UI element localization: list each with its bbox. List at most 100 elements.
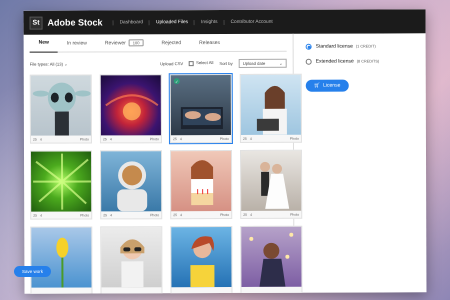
sort-value: Upload date bbox=[242, 60, 266, 66]
woman-laptop-photo bbox=[240, 74, 301, 135]
cart-icon: 🛒︎ bbox=[313, 82, 321, 89]
extended-license-option[interactable]: Extended license (8 CREDITS) bbox=[305, 58, 414, 65]
file-type: Photo bbox=[290, 212, 300, 217]
card-meta: 25 4 Photo bbox=[31, 211, 91, 219]
downloads-count: 4 bbox=[250, 212, 253, 217]
card-meta bbox=[101, 287, 161, 293]
file-type: Photo bbox=[289, 136, 299, 141]
downloads-count: 4 bbox=[109, 137, 112, 142]
card-meta: 25 4 Photo bbox=[241, 135, 301, 143]
file-type: Photo bbox=[220, 212, 230, 218]
chevron-down-icon: ⌄ bbox=[279, 60, 283, 66]
tab-new[interactable]: New bbox=[29, 34, 58, 53]
app-title: Adobe Stock bbox=[47, 17, 103, 28]
card-meta: 25 4 Photo bbox=[171, 135, 231, 143]
status-tabs: New In review Reviewer 100 Rejected Rele… bbox=[29, 33, 287, 53]
downloads-count: 4 bbox=[39, 137, 42, 142]
select-all-label: Select All bbox=[196, 60, 214, 66]
thumbnail-card-selected[interactable]: ✓ 25 4 Photo bbox=[168, 72, 233, 145]
thumbnail-card[interactable]: 25 4 Photo bbox=[169, 149, 233, 220]
save-work-button[interactable]: Save work bbox=[14, 266, 52, 277]
upload-csv-link[interactable]: Upload CSV bbox=[160, 61, 183, 66]
thumbnail-card[interactable] bbox=[100, 226, 163, 294]
card-meta bbox=[241, 287, 301, 294]
files-panel: New In review Reviewer 100 Rejected Rele… bbox=[23, 33, 303, 294]
reviewer-count-badge: 100 bbox=[128, 39, 144, 47]
standard-license-option[interactable]: Standard license (1 CREDIT) bbox=[305, 43, 414, 50]
views-count: 25 bbox=[242, 136, 247, 141]
standard-license-label: Standard license bbox=[315, 43, 353, 50]
card-meta: 25 4 Photo bbox=[101, 211, 161, 219]
thumbnail-card[interactable]: 25 4 Photo bbox=[29, 150, 93, 220]
select-all-checkbox[interactable]: Select All bbox=[189, 60, 214, 66]
card-meta: 25 4 Photo bbox=[31, 135, 91, 143]
file-types-filter[interactable]: File types: All (13) bbox=[30, 61, 63, 66]
thumbnail-card[interactable]: 25 4 Photo bbox=[239, 149, 303, 219]
license-button[interactable]: 🛒︎ License bbox=[305, 79, 349, 92]
views-count: 25 bbox=[102, 137, 107, 142]
wedding-photo bbox=[240, 150, 302, 211]
checkbox-icon bbox=[189, 60, 195, 66]
thumbnail-grid: 25 4 Photo 25 4 Photo ✓ 25 4 Photo 25 4 … bbox=[29, 72, 303, 294]
thumbnail-card[interactable] bbox=[30, 226, 93, 294]
thumbnail-card[interactable] bbox=[240, 225, 303, 294]
views-count: 25 bbox=[32, 137, 37, 142]
downloads-count: 4 bbox=[110, 213, 113, 218]
views-count: 25 bbox=[172, 137, 177, 142]
file-type: Photo bbox=[149, 137, 159, 142]
thumbnail-card[interactable]: 25 4 Photo bbox=[239, 73, 302, 143]
nav-insights[interactable]: Insights bbox=[194, 19, 224, 25]
file-type: Photo bbox=[219, 136, 229, 142]
downloads-count: 4 bbox=[179, 137, 182, 142]
radio-selected-icon bbox=[305, 43, 312, 50]
filter-bar: File types: All (13) ⌄ Upload CSV Select… bbox=[30, 55, 287, 72]
extended-license-label: Extended license bbox=[315, 58, 354, 65]
downloads-count: 4 bbox=[249, 136, 252, 141]
nav-uploaded-files[interactable]: Uploaded Files bbox=[149, 19, 195, 25]
tab-reviewer[interactable]: Reviewer 100 bbox=[96, 34, 153, 52]
plant-photo bbox=[30, 151, 92, 212]
laptop-hands-photo bbox=[170, 74, 231, 136]
astronaut-photo bbox=[100, 151, 162, 212]
sort-select[interactable]: Upload date ⌄ bbox=[238, 58, 287, 68]
tab-in-review[interactable]: In review bbox=[58, 34, 96, 52]
nav-contributor-account[interactable]: Contributor Account bbox=[223, 19, 279, 25]
top-bar: St Adobe Stock Dashboard Uploaded Files … bbox=[23, 9, 426, 35]
thumbnail-card[interactable]: 25 4 Photo bbox=[99, 150, 163, 220]
adobe-stock-logo: St bbox=[29, 16, 43, 30]
extended-license-credits: (8 CREDITS) bbox=[356, 59, 380, 64]
birthday-cake-photo bbox=[170, 150, 232, 212]
views-count: 25 bbox=[103, 213, 108, 218]
tulip-photo bbox=[31, 227, 92, 288]
file-type: Photo bbox=[150, 213, 160, 218]
nav-dashboard[interactable]: Dashboard bbox=[112, 19, 150, 25]
license-panel: Standard license (1 CREDIT) Extended lic… bbox=[294, 33, 427, 292]
downloads-count: 4 bbox=[180, 213, 183, 218]
file-type: Photo bbox=[79, 137, 89, 142]
views-count: 25 bbox=[243, 212, 248, 217]
tab-reviewer-label: Reviewer bbox=[104, 39, 126, 46]
views-count: 25 bbox=[33, 213, 38, 218]
tab-releases[interactable]: Releases bbox=[190, 33, 229, 51]
party-lights-photo bbox=[241, 226, 302, 287]
thumbnail-card[interactable]: 25 4 Photo bbox=[99, 74, 162, 144]
card-meta: 25 4 Photo bbox=[171, 211, 231, 219]
card-meta: 25 4 Photo bbox=[101, 135, 161, 143]
license-button-label: License bbox=[323, 82, 341, 89]
radio-icon bbox=[305, 58, 312, 65]
chevron-down-icon: ⌄ bbox=[64, 61, 68, 67]
alien-photo bbox=[30, 75, 91, 136]
app-window: St Adobe Stock Dashboard Uploaded Files … bbox=[23, 9, 427, 294]
woman-yellow-top-photo bbox=[171, 226, 232, 288]
sort-by-label: Sort by bbox=[219, 60, 233, 66]
check-icon: ✓ bbox=[173, 78, 180, 85]
tab-rejected[interactable]: Rejected bbox=[152, 34, 190, 52]
thumbnail-card[interactable]: 25 4 Photo bbox=[29, 74, 92, 144]
views-count: 25 bbox=[173, 213, 178, 218]
file-type: Photo bbox=[80, 213, 90, 218]
downloads-count: 4 bbox=[40, 213, 43, 218]
thumbnail-card[interactable] bbox=[170, 225, 233, 294]
main-nav: Dashboard Uploaded Files Insights Contri… bbox=[112, 19, 279, 25]
standard-license-credits: (1 CREDIT) bbox=[355, 44, 376, 49]
girl-sunglasses-photo bbox=[101, 227, 162, 288]
